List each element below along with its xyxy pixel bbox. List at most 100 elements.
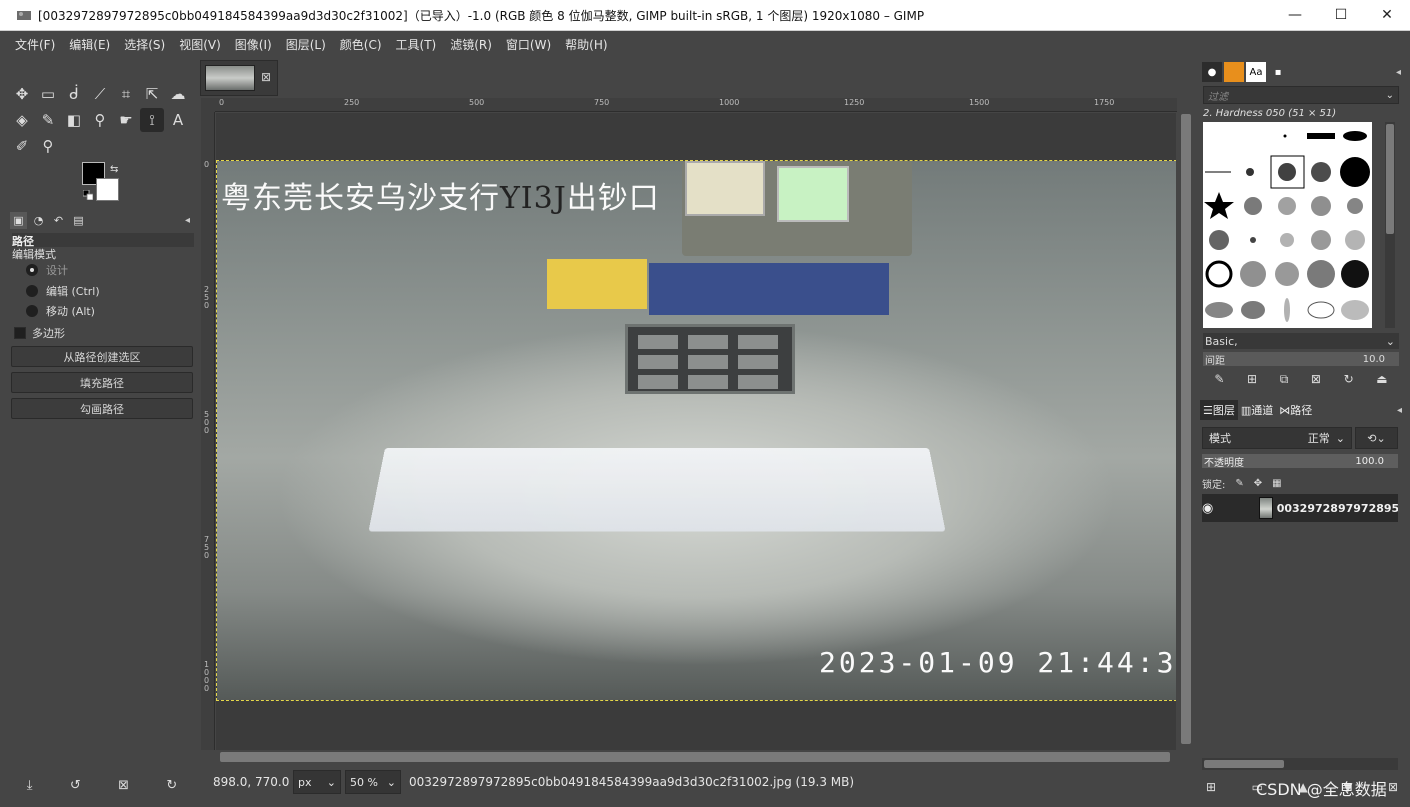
brush-tag-field[interactable]: Basic, ⌄ — [1203, 333, 1399, 349]
mode-move-radio[interactable]: 移动 (Alt) — [26, 303, 95, 319]
menu-image[interactable]: 图像(I) — [234, 34, 273, 55]
close-button[interactable]: ✕ — [1364, 0, 1410, 31]
filter-placeholder: 过滤 — [1208, 91, 1228, 103]
menu-tools[interactable]: 工具(T) — [395, 34, 438, 55]
bucket-fill-tool-icon[interactable]: ◈ — [10, 108, 34, 132]
photo-id-card — [685, 161, 765, 216]
canvas-horizontal-scrollbar[interactable] — [216, 750, 1178, 764]
selection-from-path-button[interactable]: 从路径创建选区 — [11, 346, 193, 367]
brush-grid[interactable] — [1203, 122, 1372, 328]
eraser-tool-icon[interactable]: ◧ — [62, 108, 86, 132]
scroll-thumb[interactable] — [1204, 760, 1284, 768]
swap-colors-icon[interactable]: ⇆ — [110, 164, 118, 175]
minimize-button[interactable]: — — [1272, 0, 1318, 31]
configure-tab-icon[interactable]: ◂ — [185, 215, 190, 226]
brush-grid-scrollbar[interactable] — [1385, 122, 1395, 328]
menu-file[interactable]: 文件(F) — [14, 34, 56, 55]
menu-layer[interactable]: 图层(L) — [285, 34, 327, 55]
rect-select-tool-icon[interactable]: ▭ — [36, 82, 60, 106]
device-status-tab-icon[interactable]: ◔ — [30, 212, 47, 229]
layer-row[interactable]: ◉ 0032972897972895c0bb049184584399aa9d3d… — [1202, 494, 1398, 522]
menu-edit[interactable]: 编辑(E) — [68, 34, 111, 55]
zoom-tool-icon[interactable]: ⚲ — [36, 134, 60, 158]
image-tab[interactable]: ⊠ — [200, 60, 278, 96]
move-tool-icon[interactable]: ✥ — [10, 82, 34, 106]
refresh-brushes-icon[interactable]: ↻ — [1344, 372, 1354, 390]
stroke-path-button[interactable]: 勾画路径 — [11, 398, 193, 419]
close-image-icon[interactable]: ⊠ — [261, 70, 271, 84]
new-layer-icon[interactable]: ⊞ — [1206, 780, 1216, 794]
fonts-tab-icon[interactable]: Aa — [1246, 62, 1266, 82]
brush-filter-input[interactable]: 过滤 ⌄ — [1203, 86, 1399, 104]
save-options-icon[interactable]: ⤓ — [27, 778, 33, 793]
paintbrush-tool-icon[interactable]: ✎ — [36, 108, 60, 132]
menu-windows[interactable]: 窗口(W) — [505, 34, 552, 55]
ruler-tick: 1000 — [204, 660, 210, 693]
maximize-button[interactable]: ☐ — [1318, 0, 1364, 31]
lock-pixels-icon[interactable]: ✎ — [1235, 478, 1243, 489]
scroll-thumb[interactable] — [220, 752, 1170, 762]
delete-layer-icon[interactable]: ⊠ — [1388, 780, 1398, 794]
open-brush-as-image-icon[interactable]: ⏏ — [1376, 372, 1387, 390]
menu-view[interactable]: 视图(V) — [178, 34, 222, 55]
menu-colors[interactable]: 颜色(C) — [339, 34, 383, 55]
vertical-ruler[interactable]: 0 250 500 750 1000 — [201, 112, 215, 750]
clone-tool-icon[interactable]: ⚲ — [88, 108, 112, 132]
paths-tool-icon[interactable]: ⟟ — [140, 108, 164, 132]
horizontal-ruler[interactable]: 0 250 500 750 1000 1250 1500 1750 — [215, 98, 1177, 112]
fill-path-button[interactable]: 填充路径 — [11, 372, 193, 393]
mode-design-radio[interactable]: 设计 — [26, 262, 68, 278]
edit-brush-icon[interactable]: ✎ — [1214, 372, 1224, 390]
brush-spacing-slider[interactable]: 间距 10.0 — [1203, 352, 1399, 367]
scroll-thumb[interactable] — [1181, 114, 1191, 744]
visibility-eye-icon[interactable]: ◉ — [1202, 501, 1213, 516]
tab-layers[interactable]: ☰ 图层 — [1200, 400, 1238, 420]
zoom-select[interactable]: 50 % ⌄ — [345, 770, 401, 794]
layer-mode-select[interactable]: 模式 正常 ⌄ — [1202, 427, 1352, 449]
document-history-tab-icon[interactable]: ▪ — [1268, 62, 1288, 82]
crop-tool-icon[interactable]: ⌗ — [114, 82, 138, 106]
image-canvas[interactable]: 粤东莞长安乌沙支行YI3J出钞口 2023-01-09 21:44:34 — [216, 113, 1176, 750]
scroll-thumb[interactable] — [1386, 124, 1394, 234]
lock-position-icon[interactable]: ✥ — [1254, 478, 1262, 489]
layer-opacity-slider[interactable]: 不透明度 100.0 — [1202, 454, 1398, 469]
configure-tab-icon[interactable]: ◂ — [1396, 67, 1401, 78]
smudge-tool-icon[interactable]: ☛ — [114, 108, 138, 132]
delete-options-icon[interactable]: ⊠ — [118, 778, 129, 793]
reset-colors-icon[interactable] — [83, 190, 93, 200]
unified-transform-tool-icon[interactable]: ⇱ — [140, 82, 164, 106]
fuzzy-select-tool-icon[interactable]: ⟋ — [88, 82, 112, 106]
warp-tool-icon[interactable]: ☁ — [166, 82, 190, 106]
menu-help[interactable]: 帮助(H) — [564, 34, 608, 55]
fg-bg-colors[interactable]: ⇆ — [82, 162, 126, 204]
duplicate-brush-icon[interactable]: ⧉ — [1280, 372, 1289, 390]
tool-options-tab-icon[interactable]: ▣ — [10, 211, 27, 229]
unit-select[interactable]: px ⌄ — [293, 770, 341, 794]
canvas-vertical-scrollbar[interactable] — [1179, 98, 1193, 750]
lasso-tool-icon[interactable]: ᑰ — [62, 82, 86, 106]
lock-alpha-icon[interactable]: ▦ — [1272, 478, 1281, 489]
restore-options-icon[interactable]: ↺ — [70, 778, 81, 793]
color-picker-tool-icon[interactable]: ✐ — [10, 134, 34, 158]
undo-history-tab-icon[interactable]: ↶ — [50, 212, 67, 229]
mode-value: 正常 — [1307, 432, 1330, 445]
tab-channels[interactable]: ▥ 通道 — [1238, 400, 1276, 420]
mode-edit-radio[interactable]: 编辑 (Ctrl) — [26, 283, 100, 299]
layers-horizontal-scrollbar[interactable] — [1202, 758, 1398, 770]
composite-mode-select[interactable]: ⟲ ⌄ — [1355, 427, 1398, 449]
patterns-tab-icon[interactable] — [1224, 62, 1244, 82]
images-tab-icon[interactable]: ▤ — [70, 212, 87, 229]
text-tool-icon[interactable]: A — [166, 108, 190, 132]
configure-tab-icon[interactable]: ◂ — [1397, 405, 1402, 416]
layer-name[interactable]: 0032972897972895c0bb049184584399aa9d3d30… — [1277, 502, 1398, 515]
reset-options-icon[interactable]: ↻ — [166, 778, 177, 793]
brushes-tab-icon[interactable]: ● — [1202, 62, 1222, 82]
background-color-swatch[interactable] — [96, 178, 119, 201]
tab-paths[interactable]: ⋈ 路径 — [1276, 400, 1315, 420]
polygon-checkbox[interactable]: 多边形 — [14, 325, 65, 341]
menu-select[interactable]: 选择(S) — [123, 34, 166, 55]
ruler-corner-icon[interactable] — [201, 98, 215, 112]
menu-filters[interactable]: 滤镜(R) — [449, 34, 493, 55]
new-brush-icon[interactable]: ⊞ — [1247, 372, 1257, 390]
delete-brush-icon[interactable]: ⊠ — [1311, 372, 1321, 390]
